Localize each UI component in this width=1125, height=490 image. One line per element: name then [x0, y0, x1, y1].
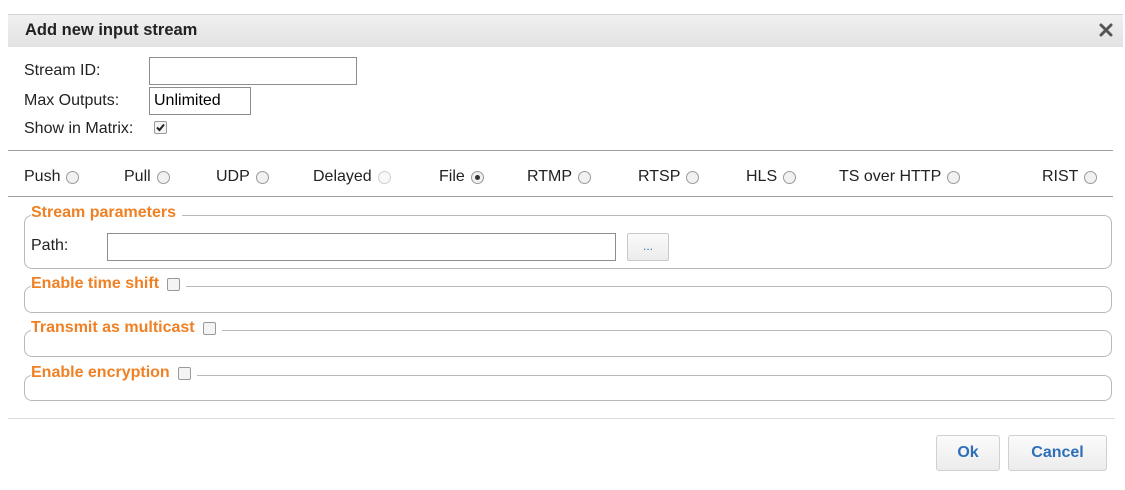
- radio-button[interactable]: [1084, 170, 1098, 184]
- radio-label: File: [439, 168, 465, 185]
- radio-delayed: Delayed: [313, 168, 391, 186]
- max-outputs-input[interactable]: [149, 87, 251, 115]
- divider-bottom: [8, 196, 1113, 197]
- radio-button[interactable]: [156, 170, 170, 184]
- radio-label: Delayed: [313, 168, 372, 185]
- encryption-title: Enable encryption: [31, 364, 170, 381]
- encryption-checkbox[interactable]: [177, 366, 191, 380]
- radio-pull[interactable]: Pull: [124, 168, 170, 186]
- radio-label: HLS: [746, 168, 778, 185]
- path-input[interactable]: [107, 233, 616, 261]
- radio-label: RTMP: [527, 168, 573, 185]
- radio-label: Pull: [124, 168, 151, 185]
- radio-button[interactable]: [470, 170, 484, 184]
- time-shift-checkbox[interactable]: [167, 277, 181, 291]
- radio-ts-over-http[interactable]: TS over HTTP: [839, 168, 961, 186]
- add-input-stream-dialog: Add new input stream Stream ID: Max Outp…: [0, 0, 1125, 490]
- dialog-title: Add new input stream: [25, 21, 198, 39]
- radio-file[interactable]: File: [439, 168, 484, 186]
- multicast-legend: Transmit as multicast: [31, 319, 222, 337]
- radio-button[interactable]: [686, 170, 700, 184]
- radio-rist[interactable]: RIST: [1042, 168, 1098, 186]
- stream-id-input[interactable]: [149, 57, 357, 85]
- radio-label: TS over HTTP: [839, 168, 942, 185]
- max-outputs-label: Max Outputs:: [24, 92, 120, 109]
- show-in-matrix-checkbox[interactable]: [154, 121, 167, 134]
- cancel-button[interactable]: Cancel: [1008, 435, 1107, 471]
- ok-button[interactable]: Ok: [936, 435, 1000, 471]
- stream-parameters-title: Stream parameters: [31, 204, 176, 221]
- multicast-fieldset: Transmit as multicast: [24, 319, 1112, 357]
- radio-button[interactable]: [578, 170, 592, 184]
- radio-label: Push: [24, 168, 61, 185]
- time-shift-legend: Enable time shift: [31, 275, 187, 293]
- checkmark-icon: [156, 123, 165, 132]
- path-label: Path:: [31, 237, 69, 254]
- radio-button: [377, 170, 391, 184]
- encryption-legend: Enable encryption: [31, 364, 197, 382]
- multicast-checkbox[interactable]: [202, 321, 216, 335]
- dialog-titlebar: Add new input stream: [8, 14, 1123, 47]
- stream-parameters-legend: Stream parameters: [31, 204, 182, 222]
- radio-label: RIST: [1042, 168, 1079, 185]
- time-shift-title: Enable time shift: [31, 275, 160, 292]
- radio-label: UDP: [216, 168, 250, 185]
- radio-udp[interactable]: UDP: [216, 168, 269, 186]
- radio-rtmp[interactable]: RTMP: [527, 168, 592, 186]
- encryption-fieldset: Enable encryption: [24, 364, 1112, 401]
- footer-divider: [8, 418, 1115, 419]
- radio-button[interactable]: [66, 170, 80, 184]
- radio-rtsp[interactable]: RTSP: [638, 168, 700, 186]
- show-in-matrix-label: Show in Matrix:: [24, 120, 134, 137]
- radio-button[interactable]: [783, 170, 797, 184]
- time-shift-fieldset: Enable time shift: [24, 275, 1112, 313]
- radio-button[interactable]: [255, 170, 269, 184]
- radio-push[interactable]: Push: [24, 168, 80, 186]
- radio-label: RTSP: [638, 168, 681, 185]
- browse-button[interactable]: ...: [627, 233, 669, 261]
- divider-top: [8, 150, 1113, 151]
- stream-id-label: Stream ID:: [24, 62, 101, 79]
- radio-hls[interactable]: HLS: [746, 168, 797, 186]
- close-icon[interactable]: [1097, 21, 1115, 39]
- radio-button[interactable]: [947, 170, 961, 184]
- stream-type-radio-group: Push Pull UDP Delayed File RTMP RTSP HLS TS over…: [24, 168, 1109, 190]
- multicast-title: Transmit as multicast: [31, 319, 195, 336]
